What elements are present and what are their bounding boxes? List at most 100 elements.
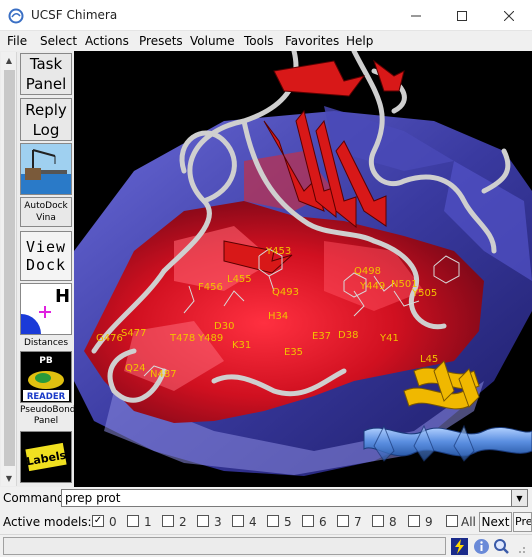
dock-crane-icon: [21, 144, 71, 194]
model-7-label: 7: [354, 515, 362, 529]
minimize-button[interactable]: [393, 0, 439, 31]
model-3-checkbox[interactable]: [197, 515, 209, 527]
menu-favorites[interactable]: Favorites: [285, 34, 339, 48]
residue-label: T478: [169, 333, 195, 344]
residue-label: Q493: [272, 287, 299, 298]
residue-label: Q498: [354, 266, 381, 277]
info-icon[interactable]: [473, 538, 490, 555]
tool-toolbar: ▲ ▼ Task Panel Reply Log AutoDock Vina V…: [0, 51, 76, 487]
reply-log-label-1: Reply: [25, 100, 67, 119]
chevron-down-icon: ▼: [516, 493, 523, 503]
maximize-button[interactable]: [439, 0, 485, 31]
menu-presets[interactable]: Presets: [139, 34, 183, 48]
pb-reader-button[interactable]: PB READER: [20, 351, 72, 403]
all-models-checkbox[interactable]: [446, 515, 458, 527]
model-5-checkbox[interactable]: [267, 515, 279, 527]
scroll-down-icon[interactable]: ▼: [1, 470, 17, 486]
model-1-checkbox[interactable]: [127, 515, 139, 527]
all-models-label: All: [461, 515, 476, 529]
command-line-row: Command: prep prot ▼: [0, 487, 532, 509]
task-panel-button[interactable]: Task Panel: [20, 53, 72, 95]
residue-label: D38: [338, 330, 358, 341]
model-0-checkbox[interactable]: ✓: [92, 515, 104, 527]
autodock-label-1: AutoDock: [24, 201, 68, 211]
task-panel-label-1: Task: [29, 55, 63, 73]
window-title: UCSF Chimera: [31, 8, 118, 22]
svg-text:READER: READER: [27, 392, 66, 402]
residue-label: Y449: [359, 281, 385, 292]
reply-log-label-2: Log: [32, 120, 60, 139]
command-label: Command:: [3, 491, 69, 505]
model-2-checkbox[interactable]: [162, 515, 174, 527]
model-7-checkbox[interactable]: [337, 515, 349, 527]
model-8-label: 8: [389, 515, 397, 529]
maximize-icon: [457, 10, 467, 21]
viewdock-button[interactable]: View Dock: [20, 231, 72, 281]
chimera-app-icon: [8, 8, 24, 24]
menu-file[interactable]: File: [7, 34, 27, 48]
lightning-icon[interactable]: [451, 538, 468, 555]
residue-label: G476: [96, 333, 123, 344]
residue-label: H34: [268, 311, 288, 322]
task-panel-label-2: Panel: [25, 75, 67, 93]
molecular-graphics-viewport[interactable]: Y453 L455 F456 Q493 Q498 Y449 N501 Y505 …: [74, 51, 532, 487]
dock-prep-button[interactable]: [20, 143, 72, 195]
autodock-vina-button[interactable]: AutoDock Vina: [20, 197, 72, 227]
residue-label: Q24: [125, 363, 146, 374]
residue-label: L45: [420, 354, 438, 365]
model-8-checkbox[interactable]: [372, 515, 384, 527]
menu-select[interactable]: Select: [40, 34, 77, 48]
residue-label: K31: [232, 340, 251, 351]
residue-label: L455: [227, 274, 252, 285]
distances-tool-button[interactable]: H: [20, 283, 72, 335]
residue-label: Y41: [379, 333, 399, 344]
menu-bar: File Select Actions Presets Volume Tools…: [0, 31, 532, 51]
scroll-up-icon[interactable]: ▲: [1, 52, 17, 68]
menu-volume[interactable]: Volume: [190, 34, 235, 48]
residue-label: E37: [312, 331, 331, 342]
toolbar-scrollbar[interactable]: ▲ ▼: [1, 52, 17, 486]
pb-reader-icon: PB READER: [21, 352, 71, 402]
resize-grip-icon[interactable]: [513, 538, 527, 555]
svg-text:H: H: [55, 286, 70, 307]
model-2-label: 2: [179, 515, 187, 529]
model-6-checkbox[interactable]: [302, 515, 314, 527]
residue-label: S477: [121, 328, 146, 339]
scrollbar-thumb[interactable]: [4, 70, 15, 466]
menu-help[interactable]: Help: [346, 34, 373, 48]
status-message-field: [3, 537, 446, 555]
close-icon: [504, 10, 514, 21]
model-4-checkbox[interactable]: [232, 515, 244, 527]
menu-tools[interactable]: Tools: [244, 34, 274, 48]
status-bar: [0, 534, 532, 557]
model-1-label: 1: [144, 515, 152, 529]
model-4-label: 4: [249, 515, 257, 529]
menu-actions[interactable]: Actions: [85, 34, 129, 48]
command-history-dropdown[interactable]: ▼: [512, 489, 528, 507]
residue-label: E35: [284, 347, 303, 358]
title-bar: UCSF Chimera: [0, 0, 532, 31]
residue-label: Y453: [265, 246, 291, 257]
active-models-row: Active models: ✓ 0 1 2 3 4 5 6 7 8 9 All Next Prev…: [0, 509, 532, 534]
model-9-checkbox[interactable]: [408, 515, 420, 527]
next-model-button[interactable]: Next: [479, 512, 512, 532]
autodock-label-2: Vina: [36, 213, 56, 223]
previous-model-button[interactable]: Previous: [513, 512, 532, 532]
molecule-scene: Y453 L455 F456 Q493 Q498 Y449 N501 Y505 …: [74, 51, 532, 487]
magnifier-icon[interactable]: [493, 538, 510, 555]
residue-label: Y505: [411, 288, 437, 299]
command-input[interactable]: prep prot: [61, 489, 512, 507]
residue-label: Y489: [197, 333, 223, 344]
residue-label: D30: [214, 321, 234, 332]
model-0-label: 0: [109, 515, 117, 529]
model-3-label: 3: [214, 515, 222, 529]
reply-log-button[interactable]: Reply Log: [20, 98, 72, 141]
close-button[interactable]: [486, 0, 532, 31]
residue-label: N487: [150, 369, 177, 380]
labels-button[interactable]: Labels: [20, 431, 72, 483]
model-9-label: 9: [425, 515, 433, 529]
viewdock-label-1: View: [25, 238, 67, 256]
svg-text:PB: PB: [39, 356, 53, 366]
active-models-label: Active models:: [3, 515, 92, 529]
labels-tag-icon: Labels: [21, 432, 71, 482]
